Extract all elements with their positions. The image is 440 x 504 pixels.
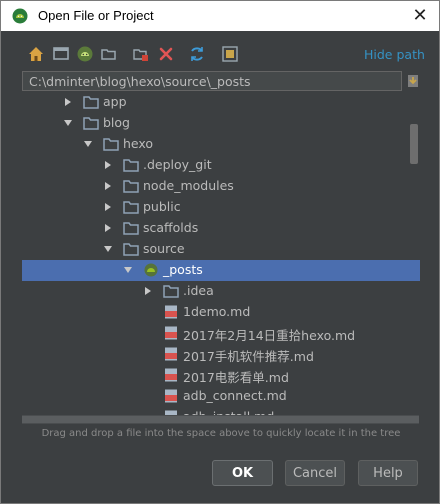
tree-item-label: .deploy_git	[143, 157, 212, 172]
android-studio-icon	[12, 8, 28, 24]
tree-row[interactable]: blog	[22, 113, 420, 134]
folder-icon	[83, 117, 99, 130]
file-tree[interactable]: app blog hexo .deploy_git node_modulespublic…	[22, 92, 420, 425]
tree-item-label: 1demo.md	[183, 304, 251, 319]
tree-item-label: .idea	[183, 283, 214, 298]
tree-item-label: node_modules	[143, 178, 234, 193]
tree-row[interactable]: 2017年2月14日重拾hexo.md	[22, 323, 420, 344]
android-folder-icon	[144, 263, 158, 277]
collapsed-arrow-icon[interactable]	[103, 223, 113, 233]
history-icon[interactable]	[405, 71, 421, 91]
tree-item-label: 2017手机软件推荐.md	[183, 349, 314, 364]
collapsed-arrow-icon[interactable]	[143, 286, 153, 296]
tree-item-label: 2017年2月14日重拾hexo.md	[183, 328, 356, 343]
title-bar[interactable]: Open File or Project ✕	[1, 1, 439, 31]
collapsed-arrow-icon[interactable]	[63, 97, 73, 107]
vertical-scrollbar[interactable]	[410, 124, 418, 164]
home-icon[interactable]	[27, 45, 45, 63]
horizontal-scroll-thumb[interactable]	[22, 416, 419, 423]
expanded-arrow-icon[interactable]	[63, 118, 73, 128]
tree-row[interactable]: node_modules	[22, 176, 420, 197]
tree-item-label: public	[143, 199, 181, 214]
markdown-file-icon	[165, 347, 177, 361]
show-hidden-icon[interactable]	[221, 45, 239, 63]
tree-item-label: blog	[103, 115, 130, 130]
folder-icon	[163, 285, 179, 298]
cancel-button[interactable]: Cancel	[285, 460, 345, 486]
expanded-arrow-icon[interactable]	[83, 139, 93, 149]
folder-icon	[103, 138, 119, 151]
tree-item-label: hexo	[123, 136, 154, 151]
tree-item-label: app	[103, 94, 127, 109]
dialog-title: Open File or Project	[38, 8, 154, 23]
tree-item-label: adb_connect.md	[183, 388, 287, 403]
ok-button[interactable]: OK	[212, 460, 273, 486]
tree-row[interactable]: 2017电影看单.md	[22, 365, 420, 386]
drag-drop-hint: Drag and drop a file into the space abov…	[41, 428, 401, 439]
tree-row[interactable]: adb_connect.md	[22, 386, 420, 407]
expanded-arrow-icon[interactable]	[123, 265, 133, 275]
tree-row[interactable]: scaffolds	[22, 218, 420, 239]
markdown-file-icon	[165, 389, 177, 403]
folder-icon	[123, 180, 139, 193]
tree-row[interactable]: 2017手机软件推荐.md	[22, 344, 420, 365]
desktop-icon[interactable]	[52, 45, 70, 63]
tree-item-label: _posts	[163, 262, 203, 277]
folder-icon	[123, 222, 139, 235]
tree-row[interactable]: .deploy_git	[22, 155, 420, 176]
close-button[interactable]: ✕	[409, 5, 431, 27]
markdown-file-icon	[165, 326, 177, 340]
tree-row[interactable]: hexo	[22, 134, 420, 155]
refresh-icon[interactable]	[188, 45, 206, 63]
tree-row[interactable]: 1demo.md	[22, 302, 420, 323]
tree-row[interactable]: .idea	[22, 281, 420, 302]
markdown-file-icon	[165, 305, 177, 319]
collapsed-arrow-icon[interactable]	[103, 202, 113, 212]
tree-row[interactable]: public	[22, 197, 420, 218]
tree-row[interactable]: _posts	[22, 260, 420, 281]
help-button[interactable]: Help	[358, 460, 418, 486]
tree-row[interactable]: app	[22, 92, 420, 113]
folder-icon	[83, 96, 99, 109]
new-folder-icon[interactable]	[100, 45, 118, 63]
folder-icon	[123, 243, 139, 256]
hide-path-link[interactable]: Hide path	[364, 47, 425, 62]
tree-item-label: 2017电影看单.md	[183, 370, 289, 385]
folder-icon	[123, 159, 139, 172]
android-project-icon[interactable]	[76, 45, 94, 63]
path-field[interactable]: C:\dminter\blog\hexo\source\_posts	[22, 71, 402, 91]
collapsed-arrow-icon[interactable]	[103, 160, 113, 170]
dialog-window: Open File or Project ✕ Hide path C:\dmin…	[0, 0, 440, 504]
tree-item-label: scaffolds	[143, 220, 199, 235]
expanded-arrow-icon[interactable]	[103, 244, 113, 254]
tree-row[interactable]: source	[22, 239, 420, 260]
folder-icon	[123, 201, 139, 214]
delete-icon[interactable]	[157, 45, 175, 63]
horizontal-scrollbar[interactable]	[22, 415, 419, 424]
collapsed-arrow-icon[interactable]	[103, 181, 113, 191]
tree-item-label: source	[143, 241, 185, 256]
markdown-file-icon	[165, 368, 177, 382]
delete-marker-icon[interactable]	[132, 45, 150, 63]
